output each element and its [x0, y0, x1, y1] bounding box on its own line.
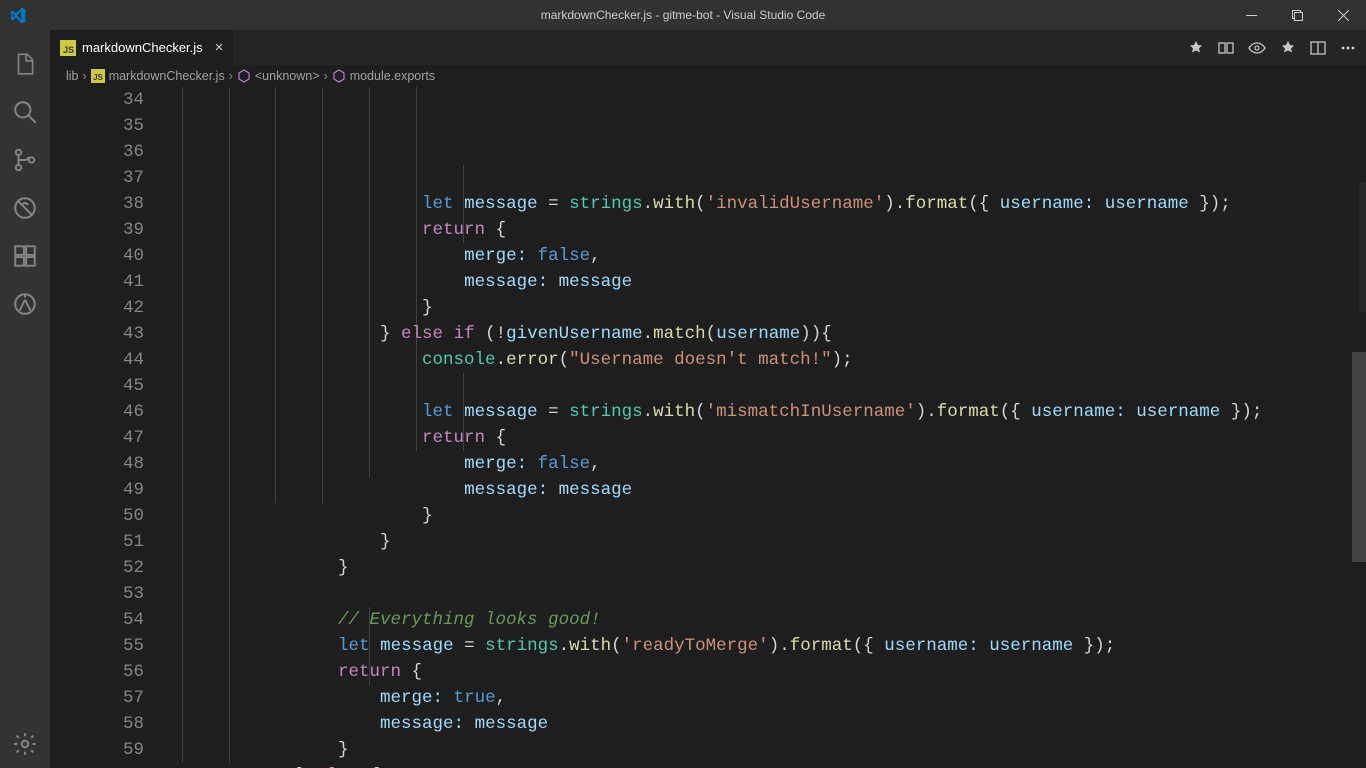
- tab-markdownchecker[interactable]: JS markdownChecker.js ×: [50, 30, 234, 65]
- code-line[interactable]: merge: false,: [170, 243, 1366, 269]
- line-number: 55: [50, 633, 144, 659]
- code-line[interactable]: let message = strings.with('mismatchInUs…: [170, 399, 1366, 425]
- code-line[interactable]: } else {: [170, 763, 1366, 768]
- line-number: 46: [50, 399, 144, 425]
- window-title: markdownChecker.js - gitme-bot - Visual …: [541, 8, 826, 22]
- line-number: 49: [50, 477, 144, 503]
- code-line[interactable]: [170, 165, 1366, 191]
- symbol-icon: [237, 69, 251, 83]
- tab-bar: JS markdownChecker.js ×: [50, 30, 1366, 65]
- tab-label: markdownChecker.js: [82, 40, 203, 55]
- titlebar: markdownChecker.js - gitme-bot - Visual …: [0, 0, 1366, 30]
- code-line[interactable]: } else if (!givenUsername.match(username…: [170, 321, 1366, 347]
- minimize-button[interactable]: [1228, 0, 1274, 30]
- close-button[interactable]: [1320, 0, 1366, 30]
- code-line[interactable]: }: [170, 529, 1366, 555]
- line-number: 36: [50, 139, 144, 165]
- line-number: 37: [50, 165, 144, 191]
- search-icon[interactable]: [1, 88, 49, 136]
- js-file-icon: JS: [60, 40, 76, 56]
- activity-bar: [0, 30, 50, 768]
- code-line[interactable]: [170, 373, 1366, 399]
- line-number: 39: [50, 217, 144, 243]
- line-number: 41: [50, 269, 144, 295]
- gitlens-icon[interactable]: [1, 280, 49, 328]
- code-line[interactable]: merge: false,: [170, 451, 1366, 477]
- code-line[interactable]: }: [170, 503, 1366, 529]
- line-number: 54: [50, 607, 144, 633]
- extensions-icon[interactable]: [1, 232, 49, 280]
- code-line[interactable]: return {: [170, 217, 1366, 243]
- code-line[interactable]: console.error("Username doesn't match!")…: [170, 347, 1366, 373]
- split-editor-icon[interactable]: [1310, 40, 1326, 56]
- code-content[interactable]: let message = strings.with('invalidUsern…: [170, 87, 1366, 768]
- code-line[interactable]: message: message: [170, 269, 1366, 295]
- code-line[interactable]: message: message: [170, 711, 1366, 737]
- editor-area: JS markdownChecker.js × lib › JS markdow…: [50, 30, 1366, 768]
- code-editor[interactable]: 3435363738394041424344454647484950515253…: [50, 87, 1366, 768]
- line-number: 56: [50, 659, 144, 685]
- line-number-gutter: 3435363738394041424344454647484950515253…: [50, 87, 170, 768]
- maximize-button[interactable]: [1274, 0, 1320, 30]
- scroll-thumb[interactable]: [1352, 352, 1366, 562]
- vscode-logo-icon: [0, 7, 35, 24]
- code-line[interactable]: let message = strings.with('invalidUsern…: [170, 191, 1366, 217]
- breadcrumb-item[interactable]: lib: [66, 69, 79, 83]
- code-line[interactable]: message: message: [170, 477, 1366, 503]
- line-number: 44: [50, 347, 144, 373]
- chevron-right-icon: ›: [83, 69, 87, 83]
- code-line[interactable]: let message = strings.with('readyToMerge…: [170, 633, 1366, 659]
- window-controls: [1228, 0, 1366, 30]
- svg-text:JS: JS: [93, 73, 103, 82]
- toolbar-icon[interactable]: [1188, 40, 1204, 56]
- js-file-icon: JS: [91, 69, 105, 83]
- code-line[interactable]: [170, 581, 1366, 607]
- line-number: 47: [50, 425, 144, 451]
- code-line[interactable]: }: [170, 295, 1366, 321]
- code-line[interactable]: }: [170, 737, 1366, 763]
- debug-icon[interactable]: [1, 184, 49, 232]
- explorer-icon[interactable]: [1, 40, 49, 88]
- line-number: 42: [50, 295, 144, 321]
- line-number: 50: [50, 503, 144, 529]
- toggle-preview-icon[interactable]: [1248, 40, 1266, 56]
- compare-changes-icon[interactable]: [1218, 40, 1234, 56]
- breadcrumb-item[interactable]: module.exports: [350, 69, 435, 83]
- line-number: 43: [50, 321, 144, 347]
- code-line[interactable]: return {: [170, 659, 1366, 685]
- editor-toolbar: [1188, 30, 1366, 65]
- close-tab-icon[interactable]: ×: [215, 39, 224, 56]
- chevron-right-icon: ›: [229, 69, 233, 83]
- code-line[interactable]: return {: [170, 425, 1366, 451]
- line-number: 53: [50, 581, 144, 607]
- line-number: 51: [50, 529, 144, 555]
- more-actions-icon[interactable]: [1340, 40, 1356, 56]
- chevron-right-icon: ›: [324, 69, 328, 83]
- breadcrumb-item[interactable]: markdownChecker.js: [109, 69, 225, 83]
- source-control-icon[interactable]: [1, 136, 49, 184]
- line-number: 35: [50, 113, 144, 139]
- settings-gear-icon[interactable]: [1, 720, 49, 768]
- line-number: 38: [50, 191, 144, 217]
- breadcrumb-item[interactable]: <unknown>: [255, 69, 320, 83]
- line-number: 40: [50, 243, 144, 269]
- toolbar-icon[interactable]: [1280, 40, 1296, 56]
- code-line[interactable]: // Everything looks good!: [170, 607, 1366, 633]
- line-number: 59: [50, 737, 144, 763]
- line-number: 57: [50, 685, 144, 711]
- code-line[interactable]: }: [170, 555, 1366, 581]
- minimap-slider[interactable]: [1359, 182, 1366, 312]
- line-number: 48: [50, 451, 144, 477]
- line-number: 58: [50, 711, 144, 737]
- line-number: 45: [50, 373, 144, 399]
- line-number: 34: [50, 87, 144, 113]
- line-number: 52: [50, 555, 144, 581]
- vertical-scrollbar[interactable]: [1352, 87, 1366, 768]
- breadcrumbs[interactable]: lib › JS markdownChecker.js › <unknown> …: [50, 65, 1366, 87]
- symbol-icon: [332, 69, 346, 83]
- code-line[interactable]: merge: true,: [170, 685, 1366, 711]
